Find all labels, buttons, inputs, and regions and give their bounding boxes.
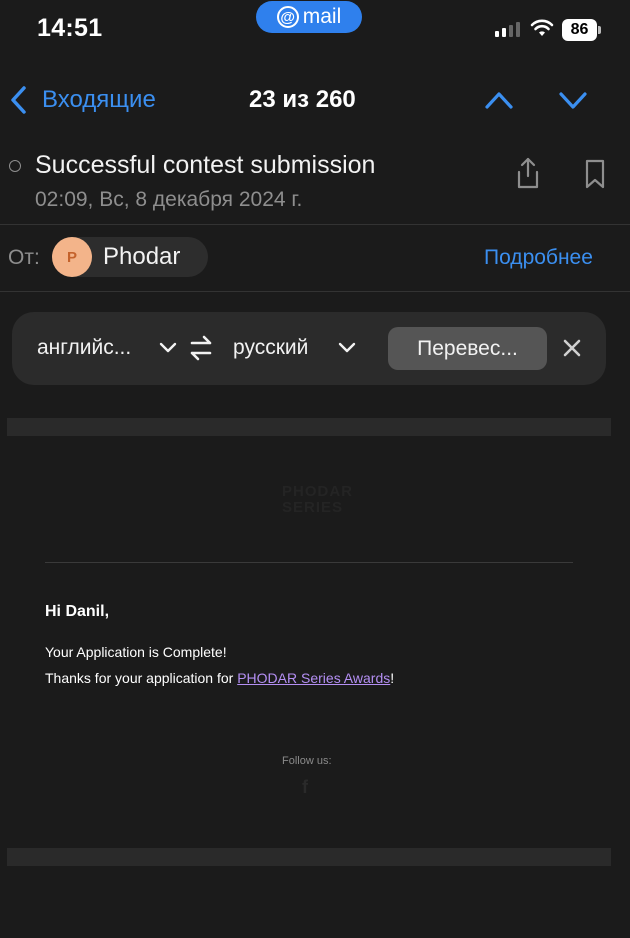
unread-toggle-icon[interactable] — [9, 160, 21, 172]
next-message-icon[interactable] — [558, 87, 588, 113]
mail-app-pill[interactable]: @ mail — [256, 1, 362, 33]
email-line-2-prefix: Thanks for your application for — [45, 670, 238, 686]
bookmark-icon[interactable] — [583, 158, 607, 190]
email-bottom-band — [7, 848, 611, 866]
target-language-select[interactable]: русский — [233, 336, 308, 360]
wifi-icon — [530, 19, 554, 36]
at-icon: @ — [276, 6, 299, 28]
sender-avatar: P — [52, 237, 92, 277]
chevron-down-icon[interactable] — [337, 340, 357, 356]
from-divider — [0, 291, 630, 292]
translate-button[interactable]: Перевес... — [388, 327, 547, 370]
message-date: 02:09, Вс, 8 декабря 2024 г. — [35, 188, 303, 211]
battery-tip — [598, 26, 601, 34]
follow-us-label: Follow us: — [282, 755, 332, 767]
header-divider — [0, 224, 630, 225]
logo-line-1: PHODAR — [282, 483, 354, 500]
previous-message-icon[interactable] — [484, 87, 514, 113]
back-chevron-icon[interactable] — [8, 84, 30, 116]
logo-line-2: SERIES — [282, 499, 344, 516]
email-line-1: Your Application is Complete! — [45, 644, 227, 660]
email-line-2-suffix: ! — [390, 670, 395, 686]
phodar-logo: PHODAR SERIES — [282, 484, 353, 516]
sender-name: Phodar — [103, 243, 181, 270]
facebook-icon[interactable]: f — [302, 777, 308, 798]
from-label: От: — [8, 246, 40, 269]
details-link[interactable]: Подробнее — [484, 246, 593, 270]
swap-languages-icon[interactable] — [186, 334, 216, 362]
email-top-band — [7, 418, 611, 436]
message-subject: Successful contest submission — [35, 151, 376, 179]
message-counter: 23 из 260 — [249, 86, 356, 113]
sender-chip[interactable]: P Phodar — [52, 237, 208, 277]
email-divider — [45, 562, 573, 563]
email-greeting: Hi Danil, — [45, 603, 110, 620]
source-language-select[interactable]: английс... — [37, 336, 131, 360]
share-icon[interactable] — [514, 156, 542, 190]
email-line-2: Thanks for your application for PHODAR S… — [45, 670, 394, 686]
phodar-awards-link[interactable]: PHODAR Series Awards — [237, 670, 390, 686]
battery-icon: 86 — [562, 19, 597, 41]
close-icon[interactable] — [563, 339, 581, 357]
chevron-down-icon[interactable] — [158, 340, 178, 356]
mail-app-label: mail — [302, 5, 342, 28]
back-inbox-link[interactable]: Входящие — [42, 86, 156, 114]
status-time: 14:51 — [37, 14, 103, 42]
signal-icon — [495, 22, 520, 37]
